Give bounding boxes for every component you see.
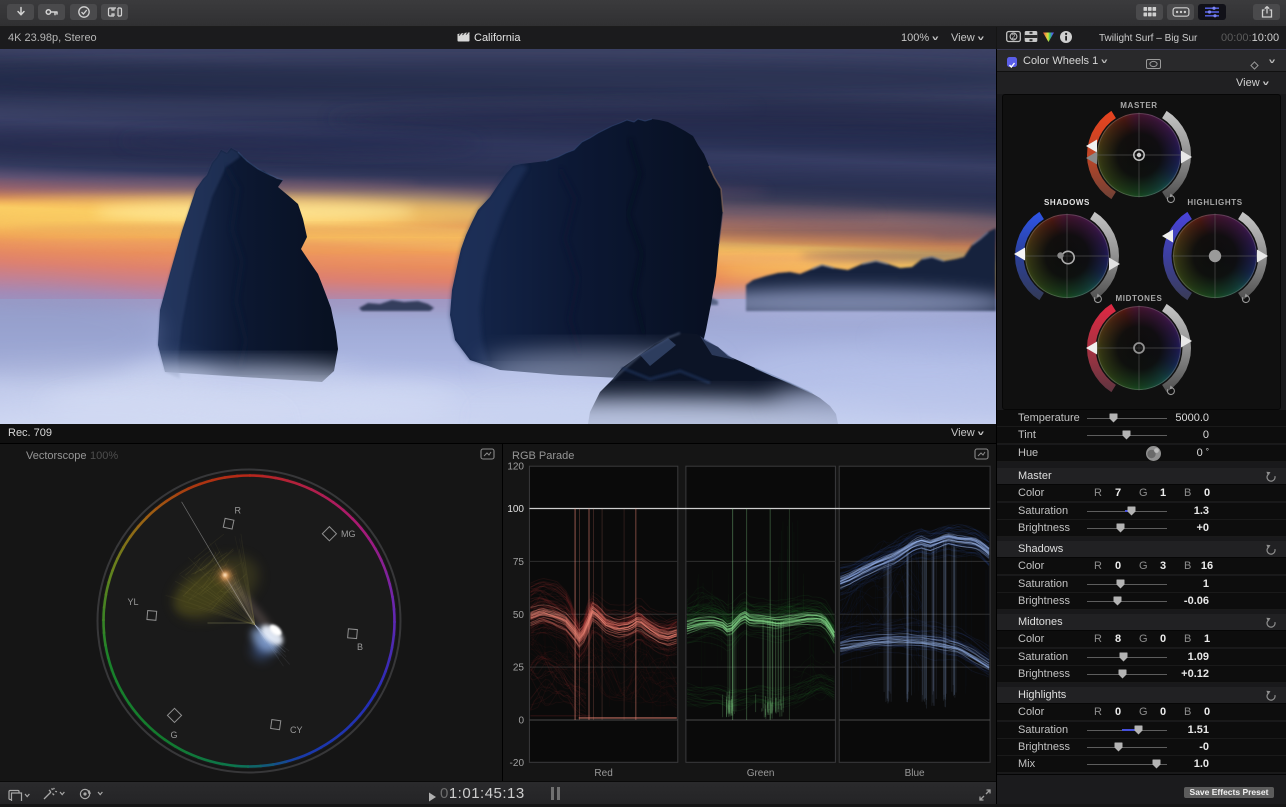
svg-text:50: 50 [513, 610, 525, 621]
svg-text:-20: -20 [510, 758, 525, 769]
svg-text:Red: Red [594, 768, 612, 779]
svg-text:25: 25 [513, 663, 525, 674]
svg-text:2: 2 [1012, 34, 1016, 41]
svg-text:Green: Green [747, 768, 775, 779]
svg-text:YL: YL [127, 597, 138, 607]
svg-text:RGB Parade: RGB Parade [512, 450, 574, 462]
svg-text:B: B [357, 642, 363, 652]
svg-text:CY: CY [290, 725, 303, 735]
svg-text:100%: 100% [90, 450, 118, 462]
svg-text:MG: MG [341, 529, 356, 539]
svg-text:Blue: Blue [905, 768, 925, 779]
svg-text:0: 0 [518, 716, 524, 727]
svg-text:G: G [170, 730, 177, 740]
svg-text:Vectorscope: Vectorscope [26, 450, 87, 462]
svg-text:R: R [235, 506, 242, 516]
svg-text:75: 75 [513, 557, 525, 568]
svg-text:120: 120 [507, 462, 524, 473]
svg-text:100: 100 [507, 504, 524, 515]
